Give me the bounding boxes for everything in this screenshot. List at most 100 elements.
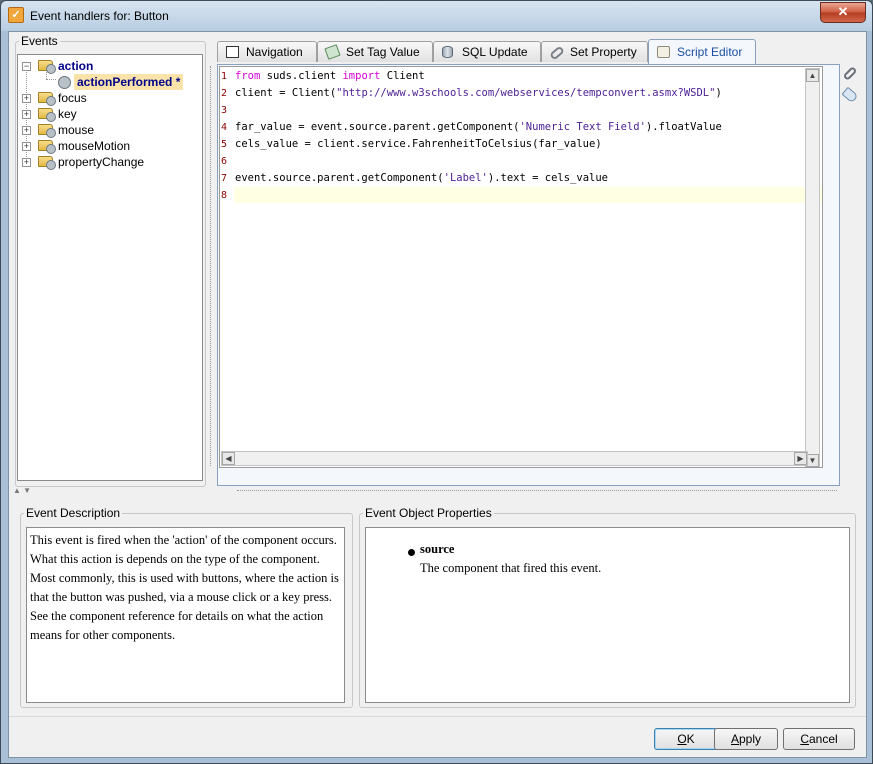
tab-set-property[interactable]: Set Property bbox=[541, 41, 648, 62]
code-text: cels_value = client.service.FahrenheitTo… bbox=[235, 138, 602, 150]
apply-button[interactable]: Apply bbox=[714, 728, 778, 750]
ok-button[interactable]: OK bbox=[654, 728, 718, 750]
line-number: 3 bbox=[221, 105, 228, 116]
expand-toggle[interactable]: + bbox=[22, 142, 31, 151]
code-keyword: from bbox=[235, 70, 261, 82]
tree-node-label: mouseMotion bbox=[58, 139, 131, 153]
tab-navigation[interactable]: Navigation bbox=[217, 41, 317, 62]
dialog-content: Events − action actionPerformed * + focu… bbox=[8, 31, 867, 758]
gear-icon bbox=[58, 76, 71, 89]
line-number: 4 bbox=[221, 122, 228, 133]
code-line[interactable]: cels_value = client.service.FahrenheitTo… bbox=[235, 136, 602, 153]
tree-node-key[interactable]: + key bbox=[22, 106, 192, 122]
line-number: 5 bbox=[221, 139, 228, 150]
tab-set-tag-value[interactable]: Set Tag Value bbox=[317, 41, 433, 62]
window-title: Event handlers for: Button bbox=[30, 9, 169, 23]
code-text: ) bbox=[715, 87, 722, 99]
title-bar[interactable]: ✓ Event handlers for: Button ✕ bbox=[1, 1, 872, 31]
events-tree[interactable]: − action actionPerformed * + focus + key… bbox=[17, 54, 203, 481]
expand-toggle[interactable]: + bbox=[22, 110, 31, 119]
expand-toggle[interactable]: + bbox=[22, 126, 31, 135]
collapse-toggle[interactable]: − bbox=[22, 62, 31, 71]
tab-label: Set Property bbox=[570, 45, 637, 59]
scroll-up-arrow-icon[interactable]: ▲ bbox=[806, 69, 819, 82]
code-line[interactable]: from suds.client import Client bbox=[235, 68, 425, 85]
tree-node-focus[interactable]: + focus bbox=[22, 90, 192, 106]
line-number: 8 bbox=[221, 190, 228, 201]
events-panel-title: Events bbox=[19, 34, 60, 48]
script-editor-panel: 1 2 3 4 5 6 7 8 from suds.client import … bbox=[217, 64, 840, 486]
tree-node-action[interactable]: − action bbox=[22, 58, 192, 74]
tree-node-label: propertyChange bbox=[58, 155, 145, 169]
expand-toggle[interactable]: + bbox=[22, 158, 31, 167]
tree-node-label: focus bbox=[58, 91, 87, 105]
property-description: The component that fired this event. bbox=[420, 561, 602, 575]
ok-label-rest: K bbox=[686, 732, 695, 746]
cancel-label-rest: ancel bbox=[808, 732, 838, 746]
bullet-icon bbox=[408, 549, 415, 556]
code-text: far_value = event.source.parent.getCompo… bbox=[235, 121, 520, 133]
gear-icon bbox=[46, 128, 56, 138]
link-icon[interactable] bbox=[842, 66, 858, 81]
apply-mnemonic: A bbox=[730, 732, 739, 746]
gear-icon bbox=[46, 112, 56, 122]
code-string: 'Label' bbox=[443, 172, 488, 184]
tree-node-label: mouse bbox=[58, 123, 95, 137]
code-text: client = Client( bbox=[235, 87, 337, 99]
database-icon bbox=[442, 46, 453, 58]
code-text: ).floatValue bbox=[645, 121, 722, 133]
property-name: source bbox=[420, 542, 455, 556]
tab-label: Set Tag Value bbox=[346, 45, 420, 59]
gear-icon bbox=[46, 96, 56, 106]
current-line-highlight bbox=[234, 187, 822, 203]
link-icon bbox=[549, 45, 565, 61]
code-line[interactable]: client = Client("http://www.w3schools.co… bbox=[235, 85, 722, 102]
tree-node-label: actionPerformed * bbox=[74, 74, 184, 90]
close-button[interactable]: ✕ bbox=[820, 2, 866, 23]
tag-check-icon bbox=[324, 44, 341, 60]
code-text: ).text = cels_value bbox=[487, 172, 608, 184]
window-icon bbox=[226, 46, 239, 58]
gear-icon bbox=[46, 144, 56, 154]
horizontal-scrollbar[interactable]: ◀ ▶ bbox=[221, 451, 808, 466]
cancel-mnemonic: C bbox=[800, 732, 809, 746]
event-properties-panel: Event Object Properties source The compo… bbox=[359, 506, 856, 708]
tab-label: Navigation bbox=[246, 45, 303, 59]
tree-node-propertychange[interactable]: + propertyChange bbox=[22, 154, 192, 170]
event-description-box: This event is fired when the 'action' of… bbox=[26, 527, 345, 703]
scroll-right-arrow-icon[interactable]: ▶ bbox=[794, 452, 807, 465]
line-number: 6 bbox=[221, 156, 228, 167]
event-description-panel: Event Description This event is fired wh… bbox=[20, 506, 353, 708]
code-line[interactable]: far_value = event.source.parent.getCompo… bbox=[235, 119, 722, 136]
tab-script-editor[interactable]: Script Editor bbox=[648, 39, 756, 64]
tab-sql-update[interactable]: SQL Update bbox=[433, 41, 541, 62]
cancel-button[interactable]: Cancel bbox=[783, 728, 855, 750]
tree-node-mousemotion[interactable]: + mouseMotion bbox=[22, 138, 192, 154]
split-divider-horizontal[interactable] bbox=[237, 490, 837, 491]
apply-label-rest: pply bbox=[739, 732, 762, 746]
line-number: 1 bbox=[221, 71, 228, 82]
code-text: event.source.parent.getComponent( bbox=[235, 172, 444, 184]
tree-node-mouse[interactable]: + mouse bbox=[22, 122, 192, 138]
app-icon: ✓ bbox=[8, 7, 24, 23]
code-text: Client bbox=[380, 70, 425, 82]
scroll-icon bbox=[657, 46, 670, 58]
button-row-separator bbox=[9, 716, 866, 717]
event-description-text: This event is fired when the 'action' of… bbox=[30, 533, 339, 642]
tree-node-actionperformed[interactable]: actionPerformed * bbox=[56, 74, 196, 90]
code-text: suds.client bbox=[260, 70, 343, 82]
code-line[interactable]: event.source.parent.getComponent('Label'… bbox=[235, 170, 608, 187]
tree-node-label: action bbox=[58, 59, 94, 73]
vertical-scrollbar[interactable]: ▲ ▼ bbox=[805, 68, 820, 467]
scroll-left-arrow-icon[interactable]: ◀ bbox=[222, 452, 235, 465]
tree-node-label: key bbox=[58, 107, 77, 121]
script-editor[interactable]: 1 2 3 4 5 6 7 8 from suds.client import … bbox=[219, 66, 823, 468]
tag-icon[interactable] bbox=[841, 86, 859, 104]
split-arrows-icon[interactable]: ▲ ▼ bbox=[13, 486, 31, 495]
line-number: 7 bbox=[221, 173, 228, 184]
split-divider-vertical[interactable] bbox=[210, 66, 213, 466]
code-keyword: import bbox=[342, 70, 381, 82]
ok-mnemonic: O bbox=[677, 732, 687, 746]
expand-toggle[interactable]: + bbox=[22, 94, 31, 103]
line-number: 2 bbox=[221, 88, 228, 99]
